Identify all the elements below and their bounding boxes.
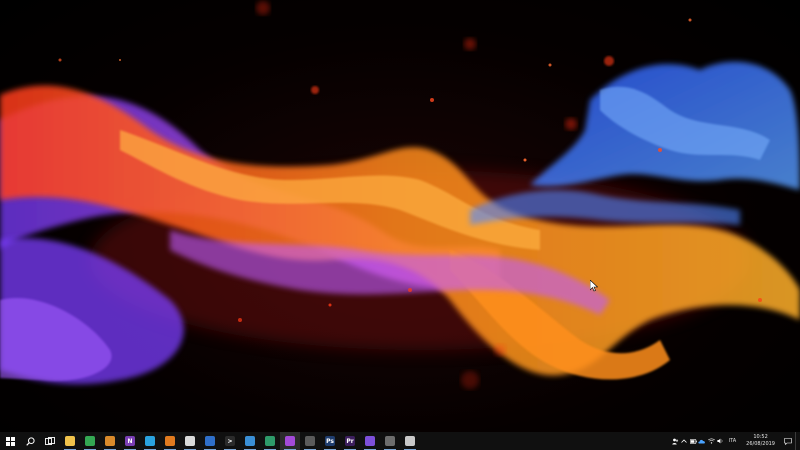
taskbar-app-button[interactable] xyxy=(280,432,300,450)
app-icon-3 xyxy=(185,436,195,446)
app-icon-7 xyxy=(365,436,375,446)
file-explorer-icon xyxy=(65,436,75,446)
windows-logo-icon xyxy=(5,436,15,446)
chrome-icon xyxy=(85,436,95,446)
app-icon-8 xyxy=(405,436,415,446)
taskbar-app-button[interactable] xyxy=(360,432,380,450)
start-button[interactable] xyxy=(0,432,20,450)
taskbar-app-button[interactable] xyxy=(160,432,180,450)
app-icon-2 xyxy=(165,436,175,446)
taskbar-app-button[interactable] xyxy=(100,432,120,450)
pinned-apps: N > Ps Pr xyxy=(60,432,420,450)
taskbar-app-button[interactable] xyxy=(200,432,220,450)
telegram-icon xyxy=(145,436,155,446)
volume-icon[interactable] xyxy=(716,432,725,450)
mouse-cursor-icon xyxy=(590,280,598,292)
visual-studio-icon xyxy=(285,436,295,446)
battery-icon[interactable] xyxy=(689,432,698,450)
fire-smoke-wallpaper xyxy=(0,1,800,389)
taskbar-app-button[interactable] xyxy=(180,432,200,450)
show-desktop-button[interactable] xyxy=(795,432,800,450)
taskbar-app-button[interactable] xyxy=(380,432,400,450)
photoshop-icon: Ps xyxy=(325,436,335,446)
taskbar-app-button[interactable] xyxy=(240,432,260,450)
clock-time: 10:52 xyxy=(753,434,768,440)
system-tray: ITA 10:52 26/08/2019 xyxy=(671,432,800,450)
taskbar-app-button[interactable]: N xyxy=(120,432,140,450)
app-icon-5 xyxy=(265,436,275,446)
taskbar-app-button[interactable] xyxy=(60,432,80,450)
task-view-icon xyxy=(45,436,55,445)
taskbar-app-button[interactable] xyxy=(300,432,320,450)
app-icon-6 xyxy=(305,436,315,446)
app-icon-4 xyxy=(245,436,255,446)
task-view-button[interactable] xyxy=(40,432,60,450)
taskbar-app-button[interactable]: Ps xyxy=(320,432,340,450)
onedrive-icon[interactable] xyxy=(698,432,707,450)
taskbar: N > Ps Pr ITA 10:52 26/08/2019 xyxy=(0,432,800,450)
premiere-icon: Pr xyxy=(345,436,355,446)
taskbar-app-button[interactable]: Pr xyxy=(340,432,360,450)
onenote-icon: N xyxy=(125,436,135,446)
taskbar-app-button[interactable] xyxy=(400,432,420,450)
bitwarden-icon xyxy=(205,436,215,446)
taskbar-app-button[interactable] xyxy=(80,432,100,450)
wifi-icon[interactable] xyxy=(707,432,716,450)
action-center-button[interactable] xyxy=(781,432,795,450)
taskbar-app-button[interactable] xyxy=(260,432,280,450)
chevron-up-icon[interactable] xyxy=(680,432,689,450)
desktop[interactable] xyxy=(0,0,800,432)
taskbar-app-button[interactable] xyxy=(140,432,160,450)
terminal-icon: > xyxy=(225,436,235,446)
notification-icon xyxy=(784,437,792,445)
clock[interactable]: 10:52 26/08/2019 xyxy=(740,434,781,448)
input-language[interactable]: ITA xyxy=(725,438,741,444)
app-icon-1 xyxy=(105,436,115,446)
taskbar-app-button[interactable]: > xyxy=(220,432,240,450)
people-icon[interactable] xyxy=(671,432,680,450)
search-button[interactable] xyxy=(20,432,40,450)
clock-date: 26/08/2019 xyxy=(746,441,775,447)
settings-icon xyxy=(385,436,395,446)
search-icon xyxy=(25,436,35,446)
taskbar-left: N > Ps Pr xyxy=(0,432,420,450)
